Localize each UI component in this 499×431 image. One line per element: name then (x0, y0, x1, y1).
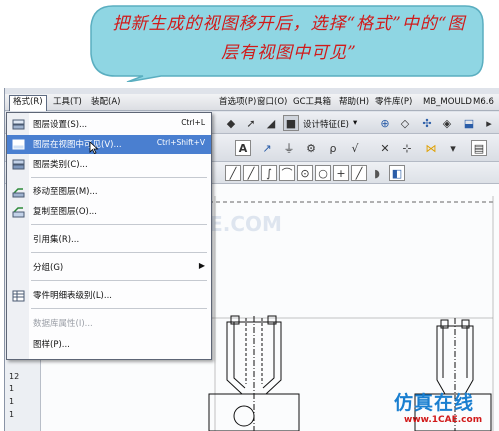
panel-value: 1 (9, 384, 15, 393)
dropdown-icon[interactable]: ▾ (445, 140, 461, 156)
fillet-icon[interactable]: ⌒ (279, 165, 295, 181)
menu-separator (31, 177, 207, 178)
menu-separator (31, 224, 207, 225)
menu-item-label: 零件明细表级别(L)... (33, 291, 112, 301)
arc-icon[interactable]: ∫ (261, 165, 277, 181)
symbol-icon[interactable]: ⚙ (303, 140, 319, 156)
menu-item-layer-visible-in-view[interactable]: 图层在视图中可见(V)... Ctrl+Shift+V (7, 135, 211, 155)
menu-item-label: 移动至图层(M)... (33, 187, 98, 197)
panel-value: 1 (9, 397, 15, 406)
menu-gc-toolbox[interactable]: GC工具箱 (293, 96, 331, 109)
submenu-arrow-icon: ▶ (198, 261, 205, 270)
layer-category-icon (11, 157, 26, 172)
datum-icon[interactable]: ⊕ (377, 115, 393, 131)
copy-to-layer-icon (11, 204, 26, 219)
menu-separator (31, 308, 207, 309)
menu-format[interactable]: 格式(R) (9, 95, 47, 111)
menu-bar: 格式(R) 工具(T) 装配(A) 首选项(P) 窗口(O) GC工具箱 帮助(… (5, 94, 499, 111)
menu-item-group[interactable]: 分组(G) ▶ (7, 258, 211, 277)
surface-finish-icon[interactable]: √ (347, 140, 363, 156)
panel-value: 1 (9, 410, 15, 419)
line-icon[interactable]: ╱ (225, 165, 241, 181)
menu-separator (31, 252, 207, 253)
menu-item-drawing-pattern[interactable]: 图样(P)... (7, 335, 211, 354)
url-watermark: www.1CAE.com (404, 415, 483, 425)
annotation-callout: 把新生成的视图移开后，选择“格式”中的“图层有视图中可见” (83, 2, 487, 82)
layer-visible-in-view-icon (11, 137, 26, 152)
menu-item-copy-to-layer[interactable]: 复制至图层(O)... (7, 202, 211, 221)
menu-item-database-attributes: 数据库属性(I)... (7, 314, 211, 333)
move-to-layer-icon (11, 184, 26, 199)
screenshot: 格式(R) 工具(T) 装配(A) 首选项(P) 窗口(O) GC工具箱 帮助(… (0, 0, 499, 431)
expression-icon[interactable]: ⬓ (461, 115, 477, 131)
menu-assembly[interactable]: 装配(A) (91, 96, 120, 109)
menu-item-reference-set[interactable]: 引用集(R)... (7, 230, 211, 249)
move-icon[interactable]: ➚ (243, 115, 259, 131)
table-icon[interactable]: ▤ (471, 140, 487, 156)
view-cube-icon[interactable]: ◧ (389, 165, 405, 181)
block-icon[interactable]: ■ (283, 115, 299, 131)
panel-value: 12 (9, 372, 20, 381)
datum-feature-icon[interactable]: ⏚ (281, 140, 297, 156)
point-icon[interactable]: ◇ (397, 115, 413, 131)
trim-icon[interactable]: ◢ (263, 115, 279, 131)
menu-item-layer-settings[interactable]: 图层设置(S)... Ctrl+L (7, 115, 211, 134)
menu-item-label: 引用集(R)... (33, 235, 80, 245)
menu-item-label: 图层类别(C)... (33, 160, 88, 170)
feature-control-frame-icon[interactable]: ↗ (259, 140, 275, 156)
polyline-icon[interactable]: ╱ (243, 165, 259, 181)
menu-mould-version[interactable]: M6.6 (473, 96, 494, 109)
mouse-cursor-icon (89, 141, 99, 155)
csys-icon[interactable]: ✣ (419, 115, 435, 131)
eraser-icon[interactable]: ◗ (369, 165, 385, 181)
target-icon[interactable]: ρ (325, 140, 341, 156)
circle-center-icon[interactable]: ⊙ (297, 165, 313, 181)
menu-item-parts-list-level[interactable]: 零件明细表级别(L)... (7, 286, 211, 305)
menu-item-label: 分组(G) (33, 263, 64, 273)
design-feature-arrow-icon[interactable]: ▾ (353, 118, 357, 128)
menu-item-move-to-layer[interactable]: 移动至图层(M)... (7, 182, 211, 201)
parts-list-level-icon (11, 288, 26, 303)
menu-part-library[interactable]: 零件库(P) (375, 96, 412, 109)
format-dropdown-menu: 图层设置(S)... Ctrl+L 图层在视图中可见(V)... Ctrl+Sh… (6, 112, 212, 360)
menu-window[interactable]: 窗口(O) (257, 96, 287, 109)
circle-icon[interactable]: ○ (315, 165, 331, 181)
menu-item-label: 复制至图层(O)... (33, 207, 97, 217)
menu-item-label: 数据库属性(I)... (33, 319, 93, 329)
menu-item-label: 图层在视图中可见(V)... (33, 140, 122, 150)
menu-item-label: 图样(P)... (33, 340, 70, 350)
menu-item-layer-category[interactable]: 图层类别(C)... (7, 155, 211, 174)
menu-help[interactable]: 帮助(H) (339, 96, 369, 109)
menu-separator (31, 280, 207, 281)
menu-tools[interactable]: 工具(T) (53, 96, 82, 109)
blend-icon[interactable]: ◆ (223, 115, 239, 131)
cross-icon[interactable]: ✕ (377, 140, 393, 156)
menu-item-label: 图层设置(S)... (33, 120, 88, 130)
layer-settings-icon (11, 117, 26, 132)
part-view-left (208, 315, 300, 431)
cross-point-icon[interactable]: + (333, 165, 349, 181)
analysis-icon[interactable]: ◈ (439, 115, 455, 131)
brand-watermark: 仿真在线 (394, 392, 475, 414)
weld-icon[interactable]: ⋈ (423, 140, 439, 156)
centerline-icon[interactable]: ⊹ (399, 140, 415, 156)
note-icon[interactable]: A (235, 140, 251, 156)
callout-text: 把新生成的视图移开后，选择“格式”中的“图层有视图中可见” (112, 14, 466, 63)
design-feature-dropdown[interactable]: 设计特征(E) (303, 118, 349, 130)
menu-item-shortcut: Ctrl+Shift+V (156, 138, 205, 147)
menu-mb-mould[interactable]: MB_MOULD (423, 96, 472, 109)
more-icon[interactable]: ▸ (481, 115, 497, 131)
menu-preferences[interactable]: 首选项(P) (219, 96, 256, 109)
slash-icon[interactable]: ╱ (351, 165, 367, 181)
menu-item-shortcut: Ctrl+L (181, 118, 205, 127)
